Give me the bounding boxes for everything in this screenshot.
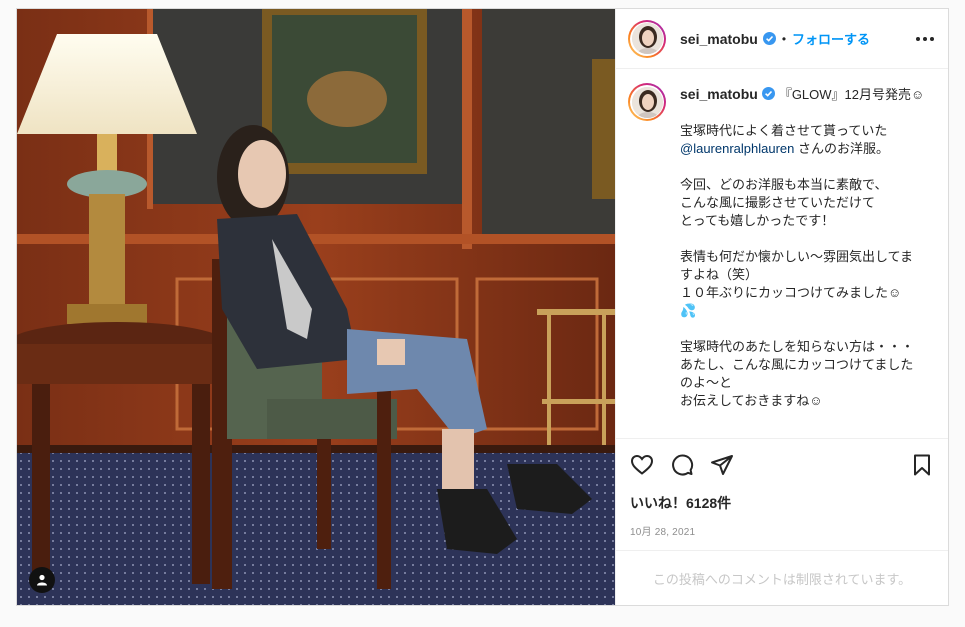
heart-icon[interactable] — [630, 453, 654, 477]
post-header: sei_matobu • フォローする — [616, 9, 948, 69]
post-date: 10月 28, 2021 — [630, 527, 696, 538]
caption-paragraph: 宝塚時代のあたしを知らない方は・・・ あたし、こんな風にカッコつけてました のよ… — [680, 339, 915, 408]
caption-line: 宝塚時代によく着させて貰っていた — [680, 123, 888, 138]
username-link[interactable]: sei_matobu — [680, 31, 758, 47]
paper-plane-icon[interactable] — [710, 453, 734, 477]
follow-button[interactable]: フォローする — [792, 29, 870, 48]
caption-paragraph: 今回、どのお洋服も本当に素敵で、 こんな風に撮影させていただけて とっても嬉しか… — [680, 177, 888, 228]
avatar-image — [631, 86, 663, 118]
post-image — [17, 9, 615, 605]
caption-title: 『GLOW』12月号発売☺ — [778, 87, 925, 102]
caption-avatar[interactable] — [628, 83, 666, 121]
mention-link[interactable]: @laurenralphlauren — [680, 141, 794, 156]
post-photo[interactable] — [17, 9, 615, 605]
comments-disabled-notice: この投稿へのコメントは制限されています。 — [616, 550, 948, 605]
caption-line: さんのお洋服。 — [794, 141, 890, 156]
caption-paragraph: 表情も何だか懐かしい〜雰囲気出してま すよね（笑） １０年ぶりにカッコつけてみま… — [680, 249, 913, 318]
person-icon — [37, 574, 47, 586]
caption-username-link[interactable]: sei_matobu — [680, 86, 758, 102]
comment-icon[interactable] — [670, 453, 694, 477]
avatar-image — [631, 23, 663, 54]
verified-badge-icon — [762, 32, 776, 45]
caption-section: sei_matobu 『GLOW』12月号発売☺ 宝塚時代によく着させて貰っていた… — [616, 69, 948, 438]
more-options-icon[interactable] — [916, 36, 934, 41]
post-details: sei_matobu • フォローする sei_matobu 『GLOW』12月… — [615, 9, 948, 605]
action-icons — [630, 451, 934, 479]
verified-badge-icon — [761, 87, 775, 100]
separator-dot: • — [781, 31, 787, 46]
caption-text: sei_matobu 『GLOW』12月号発売☺ 宝塚時代によく着させて貰っていた… — [680, 85, 924, 438]
likes-count[interactable]: いいね！6128件 — [630, 493, 934, 513]
avatar[interactable] — [628, 19, 666, 58]
bookmark-icon[interactable] — [910, 453, 934, 477]
user-tag-icon[interactable] — [29, 567, 55, 593]
actions-section: いいね！6128件 10月 28, 2021 — [616, 438, 948, 550]
post-card: sei_matobu • フォローする sei_matobu 『GLOW』12月… — [16, 8, 949, 606]
